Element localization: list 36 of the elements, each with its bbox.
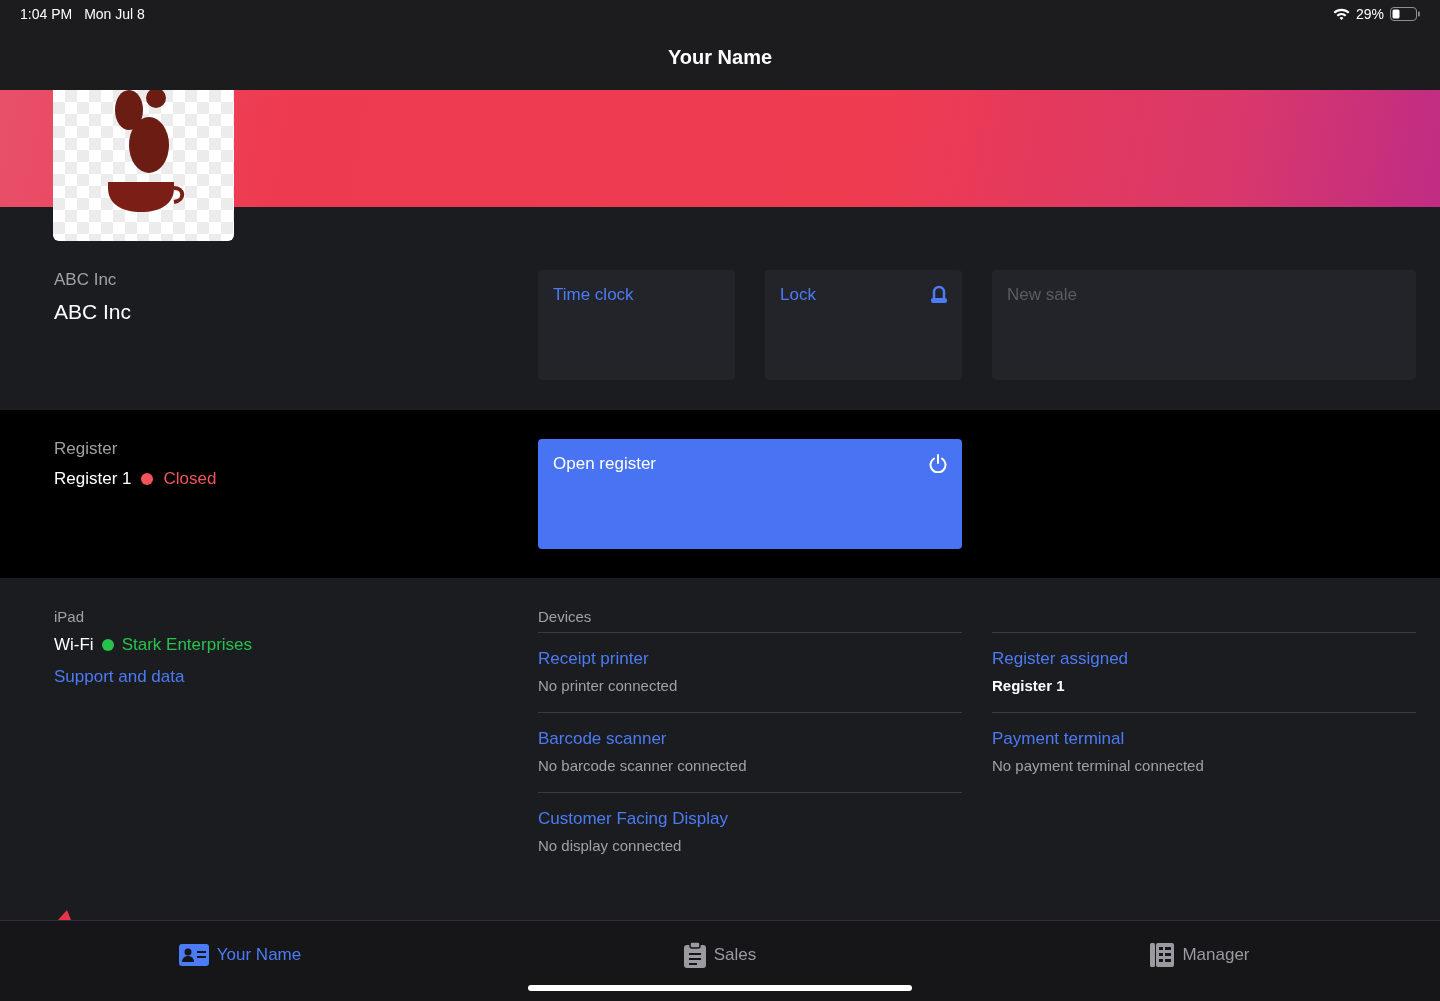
wifi-icon	[1332, 8, 1350, 20]
profile-card-icon	[178, 944, 209, 966]
wifi-label: Wi-Fi	[54, 635, 94, 655]
company-name: ABC Inc	[54, 300, 133, 324]
register-name: Register 1	[54, 469, 132, 489]
device-detail: No printer connected	[538, 677, 679, 694]
power-icon	[929, 454, 947, 473]
tab[interactable]: Your Name	[0, 921, 480, 1001]
network-name: Stark Enterprises	[121, 635, 253, 655]
action-tile[interactable]: Lock	[765, 270, 962, 380]
device-link[interactable]: Receipt printer	[538, 649, 649, 669]
device-detail: No barcode scanner connected	[538, 757, 748, 774]
device-detail: No display connected	[538, 837, 683, 854]
battery-icon	[1390, 7, 1420, 21]
status-time: 1:04 PM	[20, 6, 73, 22]
open-register-button[interactable]: Open register	[538, 439, 962, 549]
device-link[interactable]: Payment terminal	[992, 729, 1125, 749]
tab[interactable]: Manager	[960, 921, 1440, 1001]
company-label: ABC Inc	[54, 270, 118, 290]
device-detail: No payment terminal connected	[992, 757, 1205, 774]
register-label: Register	[54, 439, 119, 459]
device-link[interactable]: Barcode scanner	[538, 729, 667, 749]
device-link[interactable]: Register assigned	[992, 649, 1129, 669]
support-link[interactable]: Support and data	[54, 667, 185, 687]
nav-title: Your Name	[667, 46, 773, 69]
clipboard-icon	[683, 942, 706, 968]
ledger-icon	[1150, 943, 1175, 967]
device-label: iPad	[54, 608, 86, 625]
device-detail: Register 1	[992, 677, 1066, 694]
action-tile[interactable]: Time clock	[538, 270, 735, 380]
register-status: Closed	[163, 469, 217, 489]
devices-header: Devices	[538, 608, 592, 625]
status-date: Mon Jul 8	[84, 6, 145, 22]
battery-percent: 29%	[1355, 6, 1384, 22]
lock-icon	[931, 285, 947, 303]
device-link[interactable]: Customer Facing Display	[538, 809, 728, 829]
